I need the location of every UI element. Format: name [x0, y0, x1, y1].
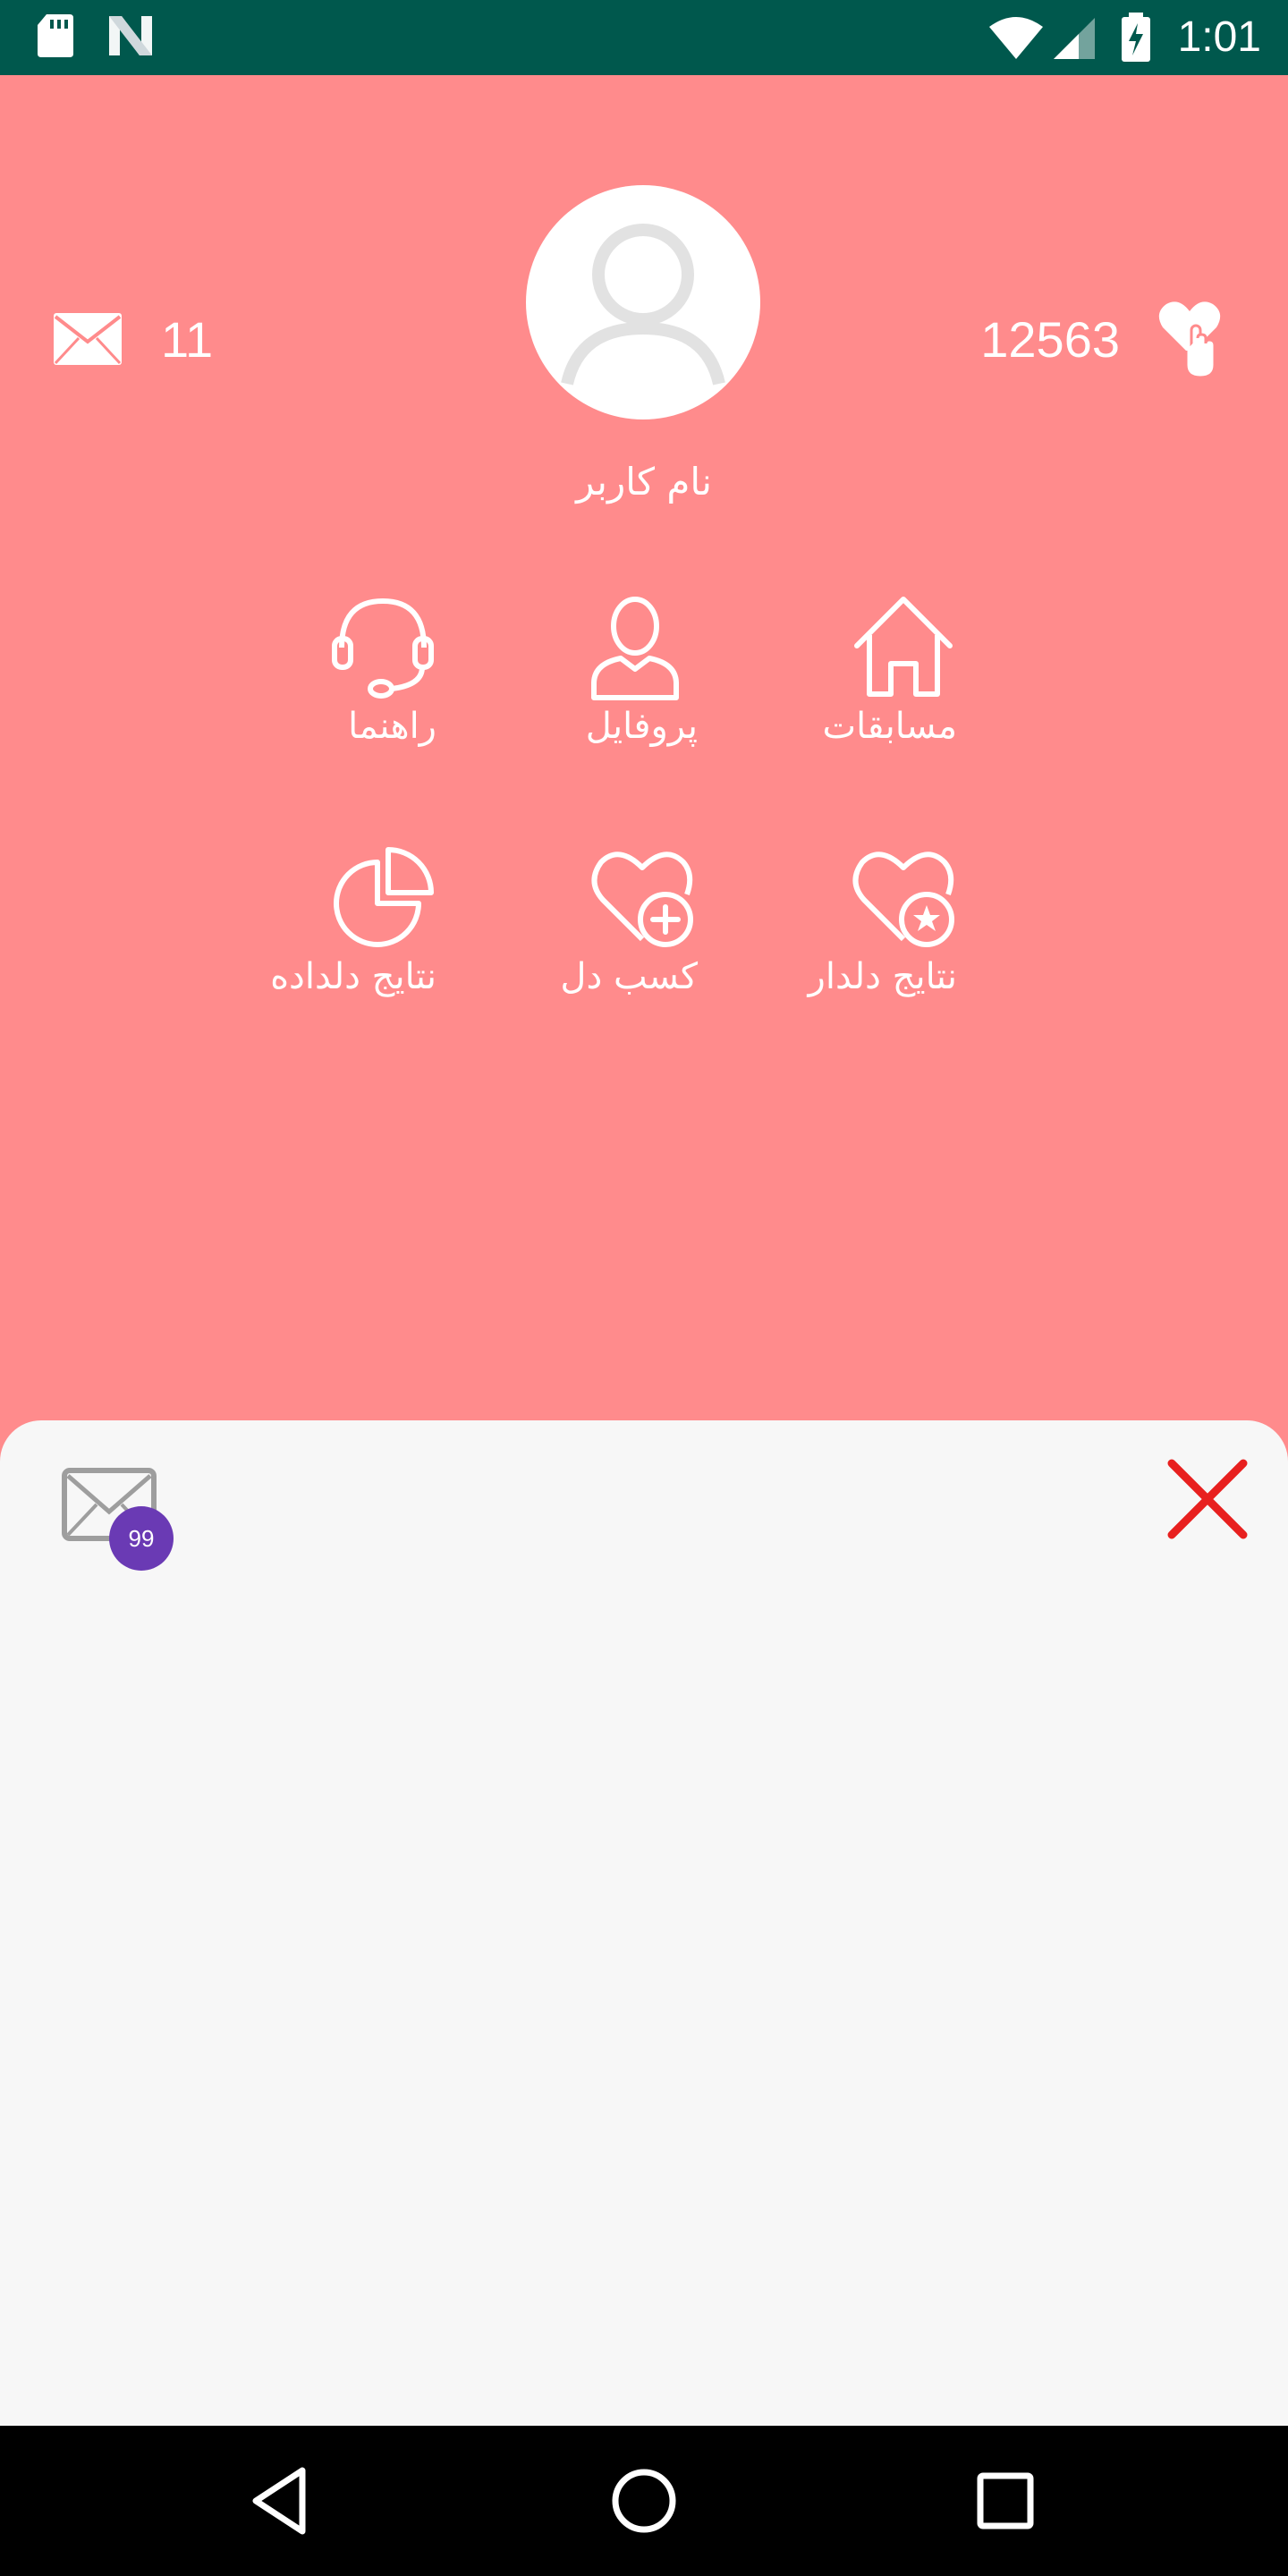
user-placeholder-icon [561, 224, 725, 386]
hearts-counter[interactable]: 12563 [980, 299, 1224, 379]
menu-item-competitions[interactable]: مسابقات [689, 594, 957, 773]
heart-plus-icon [591, 852, 693, 947]
heart-tap-icon [1158, 301, 1221, 379]
back-icon[interactable] [245, 2463, 320, 2538]
menu-label: کسب دل [560, 956, 698, 997]
pie-chart-icon [334, 847, 434, 947]
menu-item-lover-results[interactable]: نتایج دلداده [168, 844, 436, 1023]
heart-star-icon [852, 852, 954, 947]
headset-icon [332, 597, 434, 699]
signal-icon [1054, 18, 1095, 59]
menu-label: پروفایل [585, 706, 698, 747]
battery-charging-icon [1122, 13, 1150, 62]
sd-card-icon [38, 14, 73, 57]
user-icon [591, 597, 679, 700]
status-time: 1:01 [1177, 13, 1261, 61]
message-badge: 99 [109, 1506, 174, 1571]
hearts-count: 12563 [980, 310, 1120, 368]
menu-item-earn-hearts[interactable]: کسب دل [429, 844, 698, 1023]
menu-label: راهنما [348, 706, 436, 747]
messages-count: 11 [161, 310, 214, 368]
mail-icon [54, 313, 122, 365]
menu-item-beloved-results[interactable]: نتایج دلدار [689, 844, 957, 1023]
home-circle-icon[interactable] [606, 2463, 682, 2538]
user-name: نام کاربر [576, 460, 712, 504]
menu-label: نتایج دلداده [270, 956, 436, 997]
close-icon[interactable] [1165, 1456, 1250, 1542]
recents-icon[interactable] [968, 2463, 1043, 2538]
messages-counter[interactable]: 11 [52, 299, 213, 379]
menu-item-help[interactable]: راهنما [168, 594, 436, 773]
menu-label: مسابقات [822, 706, 957, 747]
status-bar: 1:01 [0, 0, 1288, 75]
navigation-bar [0, 2426, 1288, 2576]
messages-sheet: 99 [0, 1420, 1288, 2426]
wifi-icon [989, 17, 1043, 59]
n-logo-icon [109, 16, 152, 55]
avatar[interactable] [526, 185, 760, 419]
home-icon [854, 597, 953, 697]
menu-item-profile[interactable]: پروفایل [429, 594, 698, 773]
menu-label: نتایج دلدار [808, 956, 957, 997]
